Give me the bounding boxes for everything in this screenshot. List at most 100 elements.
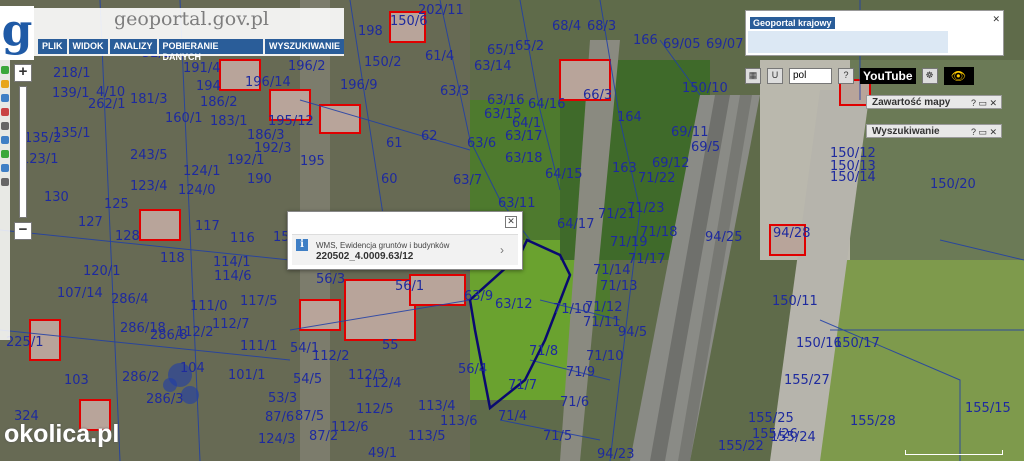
parcel-label: 4/10	[96, 85, 125, 100]
help-icon[interactable]: ?	[838, 67, 854, 84]
parcel-label: 135/1	[53, 126, 90, 141]
parcel-label: 124/1	[183, 164, 220, 179]
parcel-label: 286/2	[122, 370, 159, 385]
search-panel-title: Wyszukiwanie	[872, 126, 940, 137]
menu-analizy[interactable]: ANALIZY	[109, 39, 157, 54]
table-icon[interactable]: ▦	[745, 67, 761, 84]
parcel-label: 69/07	[706, 37, 743, 52]
search-window-controls[interactable]: ? ▭ ✕	[971, 125, 997, 139]
search-panel[interactable]: Wyszukiwanie ? ▭ ✕	[866, 124, 1002, 138]
menu-widok[interactable]: WIDOK	[68, 39, 108, 54]
parcel-label: 71/6	[560, 395, 589, 410]
parcel-label: 286/3	[146, 392, 183, 407]
geoportal-logo-icon[interactable]: g	[0, 6, 34, 60]
language-select[interactable]: pol	[789, 67, 832, 84]
parcel-label: 123/4	[130, 179, 167, 194]
parcel-label: 112/7	[212, 317, 249, 332]
parcel-label: 71/11	[583, 315, 620, 330]
youtube-button[interactable]: YouTube	[860, 67, 916, 84]
zoom-slider[interactable]	[19, 86, 27, 218]
parcel-label: 63/11	[498, 196, 535, 211]
parcel-label: 87/6	[265, 410, 294, 425]
tool-gray-icon[interactable]	[1, 122, 9, 130]
parcel-label: 113/6	[440, 414, 477, 429]
map-content-panel[interactable]: Zawartość mapy ? ▭ ✕	[866, 95, 1002, 109]
overview-close-icon[interactable]: ✕	[992, 14, 1000, 25]
parcel-label: 54/1	[290, 341, 319, 356]
map-content-window-controls[interactable]: ? ▭ ✕	[971, 96, 997, 110]
parcel-label: 112/3	[348, 368, 385, 383]
tool-blue-icon[interactable]	[1, 94, 9, 102]
parcel-label: 69/05	[663, 37, 700, 52]
parcel-label: 71/8	[529, 344, 558, 359]
zoom-out-button[interactable]: −	[14, 222, 32, 240]
popup-result-row[interactable]: i WMS, Ewidencja gruntów i budynków 2205…	[292, 234, 518, 265]
parcel-label: 54/5	[293, 372, 322, 387]
parcel-label: 71/7	[508, 378, 537, 393]
info-icon: i	[296, 239, 308, 251]
parcel-label: 62	[421, 129, 438, 144]
popup-parcel-id: 220502_4.0009.63/12	[316, 251, 414, 262]
parcel-label: 120/1	[83, 264, 120, 279]
tool-red-icon[interactable]	[1, 108, 9, 116]
parcel-label: 63/16	[487, 93, 524, 108]
parcel-label: 113/5	[408, 429, 445, 444]
parcel-label: 60	[381, 172, 398, 187]
overview-minimap[interactable]	[748, 31, 948, 53]
logo-letter: g	[1, 5, 33, 56]
parcel-label: 63/14	[474, 59, 511, 74]
tool-measure-icon[interactable]	[1, 164, 9, 172]
parcel-label: 194	[196, 79, 221, 94]
parcel-label: 150/6	[390, 14, 427, 29]
app-header: geoportal.gov.pl PLIK WIDOK ANALIZY POBI…	[34, 8, 344, 62]
parcel-label: 63/6	[467, 136, 496, 151]
parcel-label: 111/0	[190, 299, 227, 314]
parcel-label: 53/3	[268, 391, 297, 406]
parcel-label: 55	[382, 338, 399, 353]
parcel-label: 68/3	[587, 19, 616, 34]
parcel-label: 87/2	[309, 429, 338, 444]
parcel-label: 64/17	[557, 217, 594, 232]
parcel-label: 111/1	[240, 339, 277, 354]
menu-plik[interactable]: PLIK	[38, 39, 67, 54]
parcel-label: 71/10	[586, 349, 623, 364]
chevron-right-icon[interactable]: ›	[500, 243, 504, 257]
parcel-label: 155/15	[965, 401, 1011, 416]
youtube-label: YouTube	[863, 68, 913, 83]
parcel-label: 94/5	[618, 325, 647, 340]
overview-map-panel: Geoportal krajowy ✕	[745, 10, 1004, 56]
site-title[interactable]: geoportal.gov.pl	[114, 8, 269, 30]
parcel-label: 71/22	[638, 171, 675, 186]
parcel-label: 64/15	[545, 167, 582, 182]
tool-layers-icon[interactable]	[1, 150, 9, 158]
parcel-label: 124/0	[178, 183, 215, 198]
contrast-eye-icon[interactable]: 👁	[943, 66, 974, 85]
parcel-label: 196/14	[245, 75, 291, 90]
parcel-label: 71/5	[543, 429, 572, 444]
parcel-label: 155/24	[770, 430, 816, 445]
parcel-label: 71/12	[585, 300, 622, 315]
parcel-label: 139/1	[52, 86, 89, 101]
parcel-label: 164	[617, 110, 642, 125]
accessibility-icon[interactable]: ☸	[921, 67, 938, 84]
tool-zoom-icon[interactable]	[1, 136, 9, 144]
parcel-label: 113/4	[418, 399, 455, 414]
popup-close-button[interactable]: ✕	[505, 216, 517, 228]
ums-icon[interactable]: U	[767, 67, 783, 84]
parcel-label: 192/3	[254, 141, 291, 156]
parcel-label: 150/10	[682, 81, 728, 96]
parcel-label: 61	[386, 136, 403, 151]
parcel-label: 155/22	[718, 439, 764, 454]
menu-pobieranie-danych[interactable]: POBIERANIE DANYCH	[158, 39, 263, 62]
menu-wyszukiwanie[interactable]: WYSZUKIWANIE	[265, 39, 344, 54]
tool-orange-icon[interactable]	[1, 80, 9, 88]
parcel-label: 87/5	[295, 409, 324, 424]
tool-settings-icon[interactable]	[1, 178, 9, 186]
parcel-label: 71/4	[498, 409, 527, 424]
parcel-label: 191/4	[183, 61, 220, 76]
zoom-in-button[interactable]: +	[14, 64, 32, 82]
tool-green-icon[interactable]	[1, 66, 9, 74]
parcel-label: 117	[195, 219, 220, 234]
parcel-label: 71/21	[598, 207, 635, 222]
parcel-label: 63/7	[453, 173, 482, 188]
